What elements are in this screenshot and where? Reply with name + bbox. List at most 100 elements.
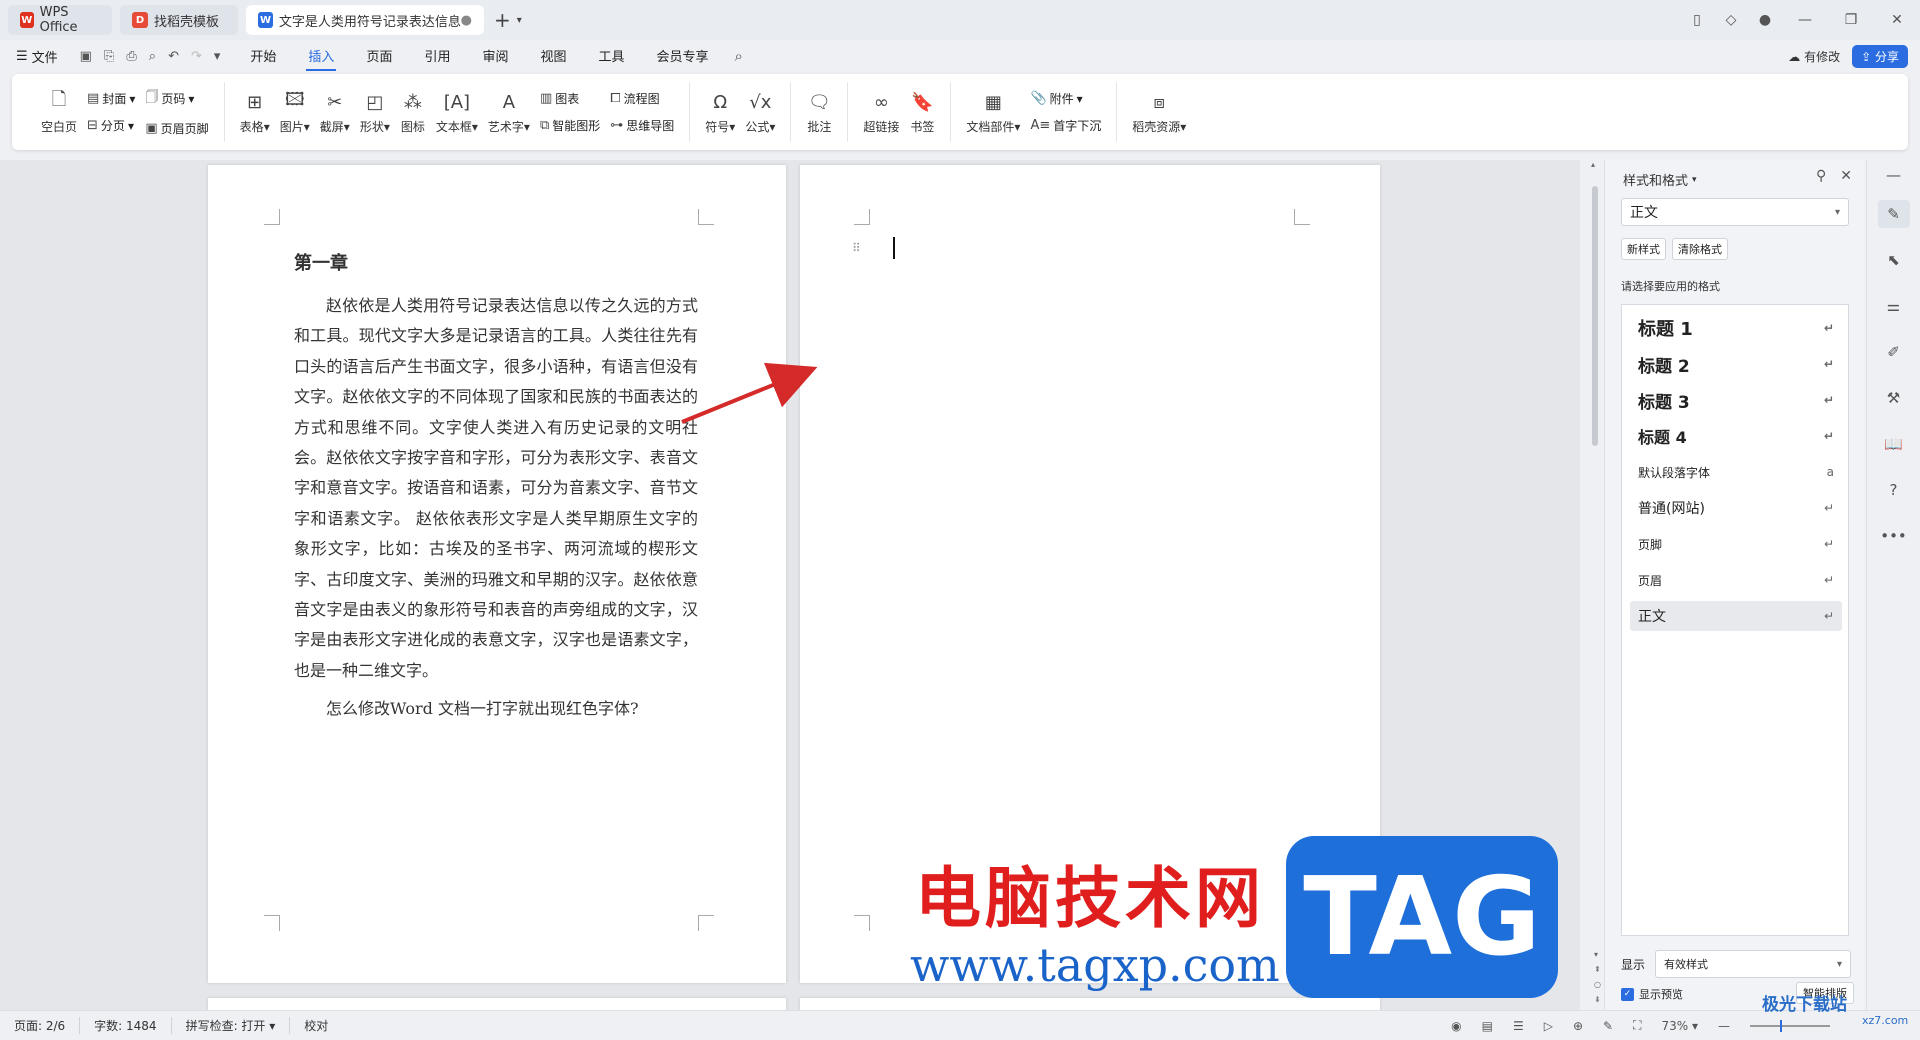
menu-member[interactable]: 会员专享 — [655, 42, 711, 71]
document-scrollbar[interactable]: ▴ — [1590, 160, 1600, 1010]
spell-check-toggle[interactable]: 拼写检查: 打开 ▾ — [172, 1017, 291, 1034]
avatar[interactable]: ● — [1748, 12, 1782, 28]
textbox-button[interactable]: [A] 文本框▾ — [436, 89, 478, 135]
blank-page-button[interactable]: 🗋 空白页 — [41, 89, 77, 135]
select-browse-icon[interactable]: ○ — [1594, 980, 1601, 989]
clear-format-button[interactable]: 清除格式 — [1672, 238, 1728, 260]
bookmark-button[interactable]: 🔖 书签 — [909, 89, 935, 135]
share-button[interactable]: ⇪ 分享 — [1852, 44, 1908, 68]
menu-page[interactable]: 页面 — [364, 42, 394, 71]
menu-home[interactable]: 开始 — [248, 42, 278, 71]
zoom-level[interactable]: 73% ▾ — [1661, 1019, 1698, 1033]
header-footer-button[interactable]: ▣ 页眉页脚 — [145, 120, 208, 137]
drop-cap-button[interactable]: A≡ 首字下沉 — [1030, 117, 1101, 134]
document-page-3[interactable] — [208, 998, 786, 1010]
picture-button[interactable]: 🖾 图片▾ — [280, 89, 310, 135]
styles-pane-title[interactable]: 样式和格式 ▾ — [1623, 170, 1697, 189]
style-item-footer[interactable]: 页脚 ↵ — [1630, 529, 1842, 559]
pin-icon[interactable]: ⚲ — [1816, 168, 1826, 184]
web-view-icon[interactable]: ⊕ — [1573, 1019, 1583, 1033]
new-style-button[interactable]: 新样式 — [1621, 238, 1666, 260]
page-number-button[interactable]: 🗍 页码 ▾ — [145, 88, 208, 110]
flowchart-button[interactable]: ⧠ 流程图 — [610, 90, 674, 107]
save-icon[interactable]: ▣ — [80, 49, 92, 64]
cover-button[interactable]: ▤ 封面 ▾ — [87, 90, 135, 107]
style-item-heading-4[interactable]: 标题 4 ↵ — [1630, 421, 1842, 451]
eye-icon[interactable]: ◉ — [1451, 1019, 1461, 1033]
tab-wps-office[interactable]: W WPS Office — [8, 5, 112, 35]
zoom-slider[interactable] — [1750, 1019, 1830, 1032]
style-item-default-font[interactable]: 默认段落字体 a — [1630, 457, 1842, 487]
word-count[interactable]: 字数: 1484 — [80, 1017, 172, 1034]
page-view-icon[interactable]: ▤ — [1482, 1019, 1493, 1033]
page-break-button[interactable]: ⊟ 分页 ▾ — [87, 117, 135, 134]
icon-button[interactable]: ⁂ 图标 — [400, 89, 426, 135]
settings-sliders-icon[interactable]: ⚌ — [1878, 292, 1910, 320]
print-preview-icon[interactable]: ⌕ — [149, 49, 156, 64]
select-cursor-icon[interactable]: ⬉ — [1878, 246, 1910, 274]
more-icon[interactable]: ••• — [1878, 522, 1910, 550]
show-filter-select[interactable]: 有效样式 ▾ — [1655, 950, 1852, 978]
zoom-out-icon[interactable]: — — [1718, 1019, 1730, 1033]
screenshot-button[interactable]: ✂ 截屏▾ — [320, 89, 350, 135]
chevron-down-icon[interactable]: ▾ — [214, 49, 221, 64]
current-style-select[interactable]: 正文 ▾ — [1621, 198, 1849, 226]
scrollbar-thumb[interactable] — [1592, 186, 1598, 446]
fit-page-icon[interactable]: ⛶ — [1633, 1018, 1641, 1033]
new-tab-button[interactable]: + — [494, 8, 511, 32]
next-page-icon[interactable]: ⇟ — [1594, 995, 1601, 1004]
ai-writing-icon[interactable]: ✐ — [1878, 338, 1910, 366]
docer-resources-button[interactable]: ⧈ 稻壳资源▾ — [1132, 89, 1186, 135]
export-icon[interactable]: ⎘ — [104, 49, 114, 64]
pen-style-icon[interactable]: ✎ — [1877, 200, 1910, 228]
style-item-heading-3[interactable]: 标题 3 ↵ — [1630, 385, 1842, 415]
undo-icon[interactable]: ↶ — [168, 49, 179, 64]
tab-document[interactable]: W 文字是人类用符号记录表达信息以 ● — [246, 5, 484, 35]
print-icon[interactable]: ⎙ — [126, 49, 136, 64]
show-preview-checkbox[interactable]: ✓ 显示预览 — [1621, 986, 1683, 1002]
doc-parts-button[interactable]: ▦ 文档部件▾ — [966, 89, 1020, 135]
book-icon[interactable]: 📖 — [1878, 430, 1910, 458]
mindmap-button[interactable]: ⊶ 思维导图 — [610, 117, 674, 134]
menu-review[interactable]: 审阅 — [480, 42, 510, 71]
document-page-4[interactable] — [800, 998, 1380, 1010]
minimize-button[interactable]: — — [1782, 12, 1828, 28]
hyperlink-button[interactable]: ∞ 超链接 — [863, 89, 899, 135]
redo-icon[interactable]: ↷ — [191, 49, 202, 64]
outline-view-icon[interactable]: ☰ — [1513, 1019, 1524, 1033]
collapse-icon[interactable]: — — [1878, 166, 1910, 184]
wordart-button[interactable]: A 艺术字▾ — [488, 89, 530, 135]
menu-references[interactable]: 引用 — [422, 42, 452, 71]
attachment-button[interactable]: 📎 附件 ▾ — [1030, 90, 1101, 107]
scroll-up-icon[interactable]: ▴ — [1591, 160, 1595, 169]
style-item-header[interactable]: 页眉 ↵ — [1630, 565, 1842, 595]
style-item-normal-web[interactable]: 普通(网站) ↵ — [1630, 493, 1842, 523]
symbol-button[interactable]: Ω 符号▾ — [705, 89, 735, 135]
cube-icon[interactable]: ◇ — [1714, 12, 1748, 28]
comment-button[interactable]: 🗨 批注 — [806, 89, 832, 135]
close-icon[interactable]: ✕ — [1840, 168, 1852, 184]
proofread-button[interactable]: 校对 — [290, 1017, 342, 1034]
chart-button[interactable]: ▥ 图表 — [540, 90, 600, 107]
edit-state[interactable]: ☁ 有修改 — [1788, 48, 1840, 65]
tools-icon[interactable]: ⚒ — [1878, 384, 1910, 412]
menu-insert[interactable]: 插入 — [306, 42, 337, 71]
chevron-down-icon[interactable]: ▾ — [517, 15, 522, 26]
style-item-body[interactable]: 正文 ↵ — [1630, 601, 1842, 631]
layout-icon[interactable]: ▯ — [1680, 12, 1714, 28]
shape-button[interactable]: ◰ 形状▾ — [360, 89, 390, 135]
file-menu[interactable]: ☰ 文件 — [16, 47, 58, 66]
menu-tools[interactable]: 工具 — [597, 42, 627, 71]
help-icon[interactable]: ? — [1878, 476, 1910, 504]
tab-template[interactable]: D 找稻壳模板 — [120, 5, 238, 35]
restore-button[interactable]: ❐ — [1828, 12, 1874, 28]
style-item-heading-2[interactable]: 标题 2 ↵ — [1630, 349, 1842, 379]
scroll-down-icon[interactable]: ▾ — [1594, 950, 1601, 959]
pen-icon[interactable]: ✎ — [1603, 1019, 1613, 1033]
play-icon[interactable]: ▷ — [1544, 1019, 1553, 1033]
menu-view[interactable]: 视图 — [538, 42, 568, 71]
smart-shape-button[interactable]: ⧉ 智能图形 — [540, 117, 600, 134]
zoom-slider-knob[interactable] — [1780, 1019, 1782, 1032]
formula-button[interactable]: √x 公式▾ — [745, 89, 775, 135]
prev-page-icon[interactable]: ⇞ — [1594, 965, 1601, 974]
